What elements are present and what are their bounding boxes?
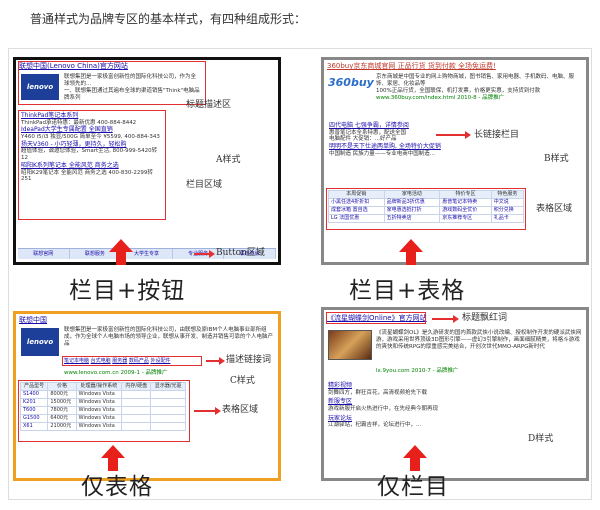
card-c: 联想中国 lenovo 联想集团是一家极富创新性的国际化科技公司，由联想及原IB…	[13, 311, 281, 481]
card-b-desc: 京东商城是中国专业的网上购物商城，图书销售、家用电器、手机数码、电脑、服饰、家居…	[376, 74, 575, 87]
card-c-desc-arrow	[206, 357, 225, 365]
card-c-links-box	[62, 356, 202, 366]
list-item: 中国制造 民族力量——专业电商中国制造...	[329, 150, 435, 157]
card-c-logo: lenovo	[21, 328, 59, 356]
card-c-desc: 联想集团是一家极富创新性的国际化科技公司，由联想及原IBM个人电脑事业部所组成，…	[64, 327, 274, 347]
card-c-table-arrow	[194, 407, 221, 415]
card-c-url: www.lenovo.com.cn 2009-1 - 品牌推广	[64, 370, 168, 376]
card-b: 360buy京东商城官网 正品行货 货到付款 全场免运费! 360buy 京东商…	[321, 57, 589, 265]
card-b-title[interactable]: 360buy京东商城官网 正品行货 货到付款 全场免运费!	[324, 60, 586, 73]
caption-b: 栏目+表格	[349, 278, 466, 304]
card-a-label-column: 栏目区域	[186, 180, 223, 190]
card-a-label-button: Button区域	[216, 248, 265, 258]
card-c-label-table: 表格区域	[222, 405, 259, 415]
card-d-title-box	[326, 312, 426, 324]
card-c-title[interactable]: 联想中国	[16, 314, 278, 327]
card-b-desc2: 100%正品行货，全国联保，机打发票，价格更实惠，支持货到付款	[376, 87, 541, 94]
card-c-label-desc: 描述链接词	[226, 355, 272, 365]
up-arrow-b	[399, 239, 423, 265]
card-b-table-box	[326, 188, 526, 230]
card-b-items: 四代电脑 七强争霸，详情参阅 惠普笔记本全系特惠，配送全国 电脑配件 大促销：.…	[329, 122, 477, 158]
list-item[interactable]: 四代电脑 七强争霸，详情参阅	[329, 122, 477, 130]
card-b-column-arrow	[436, 131, 471, 139]
caption-a: 栏目+按钮	[69, 278, 186, 304]
intro-text: 普通样式为品牌专区的基本样式，有四种组成形式：	[30, 12, 307, 26]
card-b-label-table: 表格区域	[536, 204, 573, 214]
screenshot-panel: 联想中国(Lenovo China)官方网站 lenovo 联想集团是一家极富创…	[8, 48, 592, 500]
card-a: 联想中国(Lenovo China)官方网站 lenovo 联想集团是一家极富创…	[13, 57, 281, 265]
caption-c: 仅表格	[81, 474, 153, 500]
card-d-game-banner	[328, 330, 372, 360]
card-c-style-label: C样式	[230, 376, 255, 386]
card-c-table-box	[18, 380, 190, 442]
section-heading[interactable]: 新服专区	[328, 398, 528, 406]
card-a-button-arrow	[194, 250, 215, 258]
card-d: 《流星蝴蝶剑Online》官方网站 标题飘红词 《流星蝴蝶剑OL》是久游研发的国…	[321, 307, 589, 481]
caption-d: 仅栏目	[377, 474, 449, 500]
section-text: 游戏新服开启火热进行中，在先经典今朝再现	[328, 405, 439, 412]
card-a-title-box	[18, 61, 206, 105]
card-b-label-title: 长链接栏目	[474, 130, 520, 140]
up-arrow-a	[109, 239, 133, 265]
nav-button[interactable]: 联想官网	[18, 249, 70, 259]
card-d-title-arrow	[432, 315, 459, 323]
card-a-style-label: A样式	[216, 155, 241, 165]
list-item[interactable]: 明明不是天下仕途两单购, 全场特价大促销	[329, 143, 477, 151]
card-b-logo: 360buy	[328, 76, 374, 89]
card-d-desc: 《流星蝴蝶剑OL》是久游研发的国内首款武侠小说改编、授权制作开发的硬派武侠网游，…	[376, 330, 582, 350]
card-a-label-title: 标题描述区	[186, 100, 232, 110]
card-a-column-box	[18, 110, 166, 220]
section-text: 剑舞四方，群狂百花，高清视频抢先下载	[328, 389, 428, 396]
card-d-sections: 精彩视频 剑舞四方，群狂百花，高清视频抢先下载 新服专区 游戏新服开启火热进行中…	[328, 382, 528, 429]
card-d-style-label: D样式	[528, 434, 554, 444]
card-b-style-label: B样式	[544, 154, 569, 164]
card-d-label-title: 标题飘红词	[462, 313, 508, 323]
section-heading[interactable]: 精彩视频	[328, 382, 528, 390]
card-d-url: lx.9you.com 2010-7 - 品牌推广	[376, 368, 459, 374]
card-b-url: www.360buy.com/index.html 2010-8 - 品牌推广	[376, 94, 505, 101]
section-text: 江湖驿站，杞霸吉祥，论坛进行中，...	[328, 422, 422, 429]
